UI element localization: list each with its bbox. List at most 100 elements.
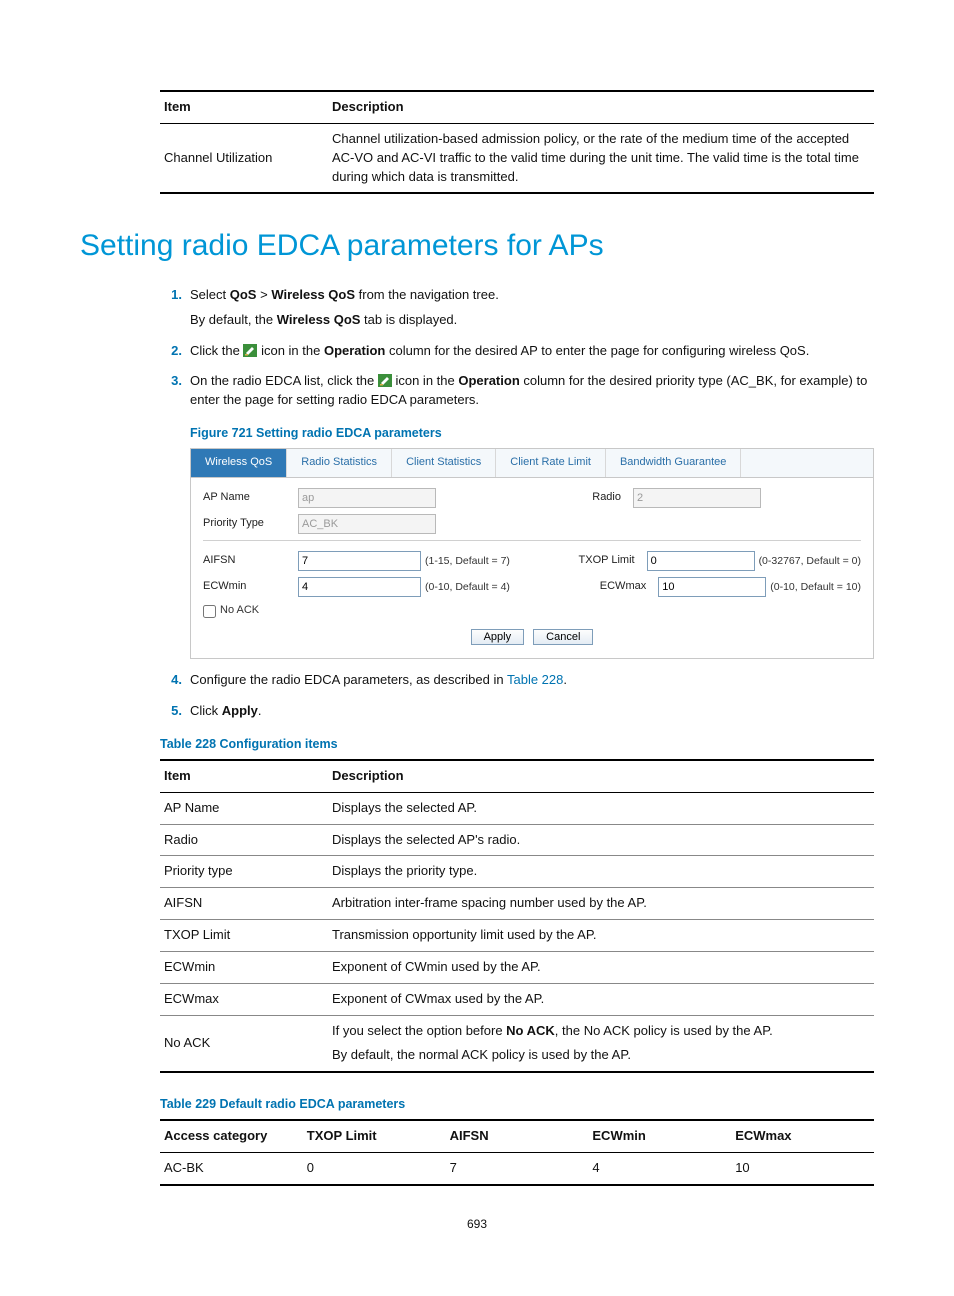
table-228-caption: Table 228 Configuration items [160,735,874,753]
table-row: AIFSNArbitration inter-frame spacing num… [160,888,874,920]
link-table-228[interactable]: Table 228 [507,672,563,687]
th-access-category: Access category [160,1120,303,1152]
label-aifsn: AIFSN [203,553,298,569]
text: By default, the normal ACK policy is use… [332,1046,870,1065]
text: icon in the [392,373,459,388]
label-no-ack: No ACK [220,603,259,619]
cell: 10 [731,1153,874,1185]
text: If you select the option before [332,1023,506,1038]
text: column for the desired AP to enter the p… [385,343,809,358]
text: Select [190,287,230,302]
th-desc: Description [328,91,874,123]
figure-caption: Figure 721 Setting radio EDCA parameters [190,424,874,442]
hint-ecwmax: (0-10, Default = 10) [770,580,861,595]
edit-icon [243,344,257,357]
tab-bandwidth-guarantee[interactable]: Bandwidth Guarantee [606,449,741,477]
ecwmin-input[interactable] [298,577,421,597]
label-priority-type: Priority Type [203,516,298,532]
cell-desc: Displays the selected AP. [328,792,874,824]
step-text: Select QoS > Wireless QoS from the navig… [190,287,499,302]
text: On the radio EDCA list, click the [190,373,378,388]
hint-ecwmin: (0-10, Default = 4) [425,580,510,595]
th-txop-limit: TXOP Limit [303,1120,446,1152]
ecwmax-input[interactable] [658,577,766,597]
tab-wireless-qos[interactable]: Wireless QoS [191,449,287,477]
cell-item: ECWmin [160,951,328,983]
step-1-note: By default, the Wireless QoS tab is disp… [190,311,874,330]
figure-721: Wireless QoS Radio Statistics Client Sta… [190,448,874,659]
text: Operation [324,343,385,358]
cell-item: Radio [160,824,328,856]
cell-desc: Displays the selected AP's radio. [328,824,874,856]
text: tab is displayed. [360,312,457,327]
label-ecwmin: ECWmin [203,579,298,595]
table-row: Priority typeDisplays the priority type. [160,856,874,888]
hint-txop: (0-32767, Default = 0) [759,554,861,569]
table-row: Channel Utilization Channel utilization-… [160,123,874,193]
cell-item: ECWmax [160,983,328,1015]
table-228: Item Description AP NameDisplays the sel… [160,759,874,1073]
aifsn-input[interactable] [298,551,421,571]
cancel-button[interactable]: Cancel [533,629,593,645]
text: No ACK [506,1023,555,1038]
label-radio: Radio [529,490,633,506]
table-row: TXOP LimitTransmission opportunity limit… [160,920,874,952]
step-1: 1. Select QoS > Wireless QoS from the na… [160,286,874,330]
priority-type-field [298,514,436,534]
text: . [563,672,567,687]
text: , the No ACK policy is used by the AP. [555,1023,773,1038]
text: Apply [222,703,258,718]
cell-item: Channel Utilization [160,123,328,193]
step-list: 1. Select QoS > Wireless QoS from the na… [160,286,874,721]
channel-utilization-table: Item Description Channel Utilization Cha… [160,90,874,194]
step-text: Click the icon in the Operation column f… [190,343,809,358]
cell: 7 [446,1153,589,1185]
cell-desc: Channel utilization-based admission poli… [328,123,874,193]
nav-wireless-qos: Wireless QoS [271,287,355,302]
cell-item: No ACK [160,1015,328,1072]
step-number: 3. [160,372,182,391]
step-2: 2. Click the icon in the Operation colum… [160,342,874,361]
cell: 4 [588,1153,731,1185]
step-text: On the radio EDCA list, click the icon i… [190,373,867,407]
nav-qos: QoS [230,287,257,302]
step-number: 4. [160,671,182,690]
ap-name-field [298,488,436,508]
cell-item: Priority type [160,856,328,888]
table-row: ECWmaxExponent of CWmax used by the AP. [160,983,874,1015]
cell-desc: Arbitration inter-frame spacing number u… [328,888,874,920]
edit-icon [378,374,392,387]
step-3: 3. On the radio EDCA list, click the ico… [160,372,874,659]
cell-item: TXOP Limit [160,920,328,952]
hint-aifsn: (1-15, Default = 7) [425,554,510,569]
tab-client-rate-limit[interactable]: Client Rate Limit [496,449,606,477]
text: Click [190,703,222,718]
label-ecwmax: ECWmax [554,579,658,595]
figure-tabs: Wireless QoS Radio Statistics Client Sta… [191,449,873,478]
step-number: 2. [160,342,182,361]
cell-desc: Displays the priority type. [328,856,874,888]
page-title: Setting radio EDCA parameters for APs [80,224,874,268]
tab-client-statistics[interactable]: Client Statistics [392,449,496,477]
cell-desc: Transmission opportunity limit used by t… [328,920,874,952]
apply-button[interactable]: Apply [471,629,525,645]
th-ecwmin: ECWmin [588,1120,731,1152]
txop-limit-input[interactable] [647,551,755,571]
step-text: Click Apply. [190,703,262,718]
table-229: Access category TXOP Limit AIFSN ECWmin … [160,1119,874,1186]
text: icon in the [257,343,324,358]
text: > [256,287,271,302]
cell: 0 [303,1153,446,1185]
no-ack-checkbox[interactable] [203,605,216,618]
th-desc: Description [328,760,874,792]
th-item: Item [160,91,328,123]
tab-radio-statistics[interactable]: Radio Statistics [287,449,392,477]
text: from the navigation tree. [355,287,499,302]
text: Wireless QoS [277,312,361,327]
step-5: 5. Click Apply. [160,702,874,721]
text: Operation [458,373,519,388]
table-row: RadioDisplays the selected AP's radio. [160,824,874,856]
table-row: AP NameDisplays the selected AP. [160,792,874,824]
step-4: 4. Configure the radio EDCA parameters, … [160,671,874,690]
table-row: No ACK If you select the option before N… [160,1015,874,1072]
